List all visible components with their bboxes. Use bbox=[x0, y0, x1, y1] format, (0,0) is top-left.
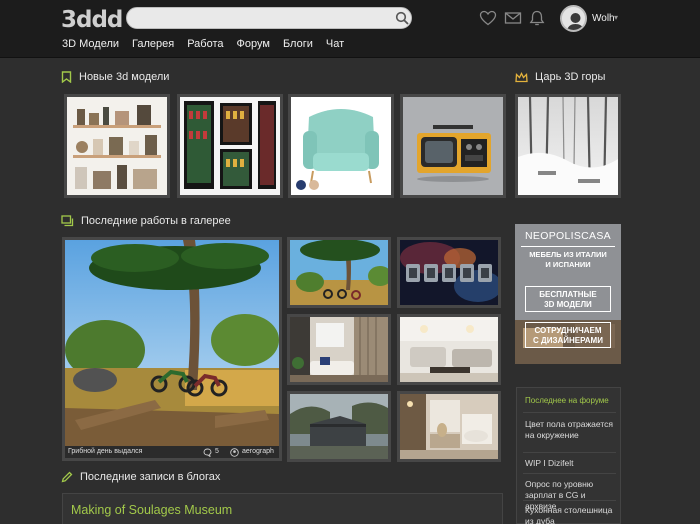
blogs-section-title[interactable]: Последние записи в блогах bbox=[61, 471, 220, 483]
model-tile-fridges[interactable] bbox=[177, 94, 283, 198]
models-title-text: Новые 3d модели bbox=[79, 71, 170, 83]
models-section-title[interactable]: Новые 3d модели bbox=[61, 71, 169, 83]
gallery-title-text: Последние работы в галерее bbox=[81, 215, 231, 227]
site-logo[interactable]: 3ddd bbox=[61, 7, 123, 33]
pencil-icon bbox=[61, 471, 73, 483]
forum-item[interactable]: Цвет пола отражается на окружение bbox=[525, 419, 619, 441]
mail-icon[interactable] bbox=[504, 10, 522, 26]
nav-item-models[interactable]: 3D Модели bbox=[62, 38, 119, 50]
forum-item[interactable]: Кухонная столешница из дуба bbox=[525, 505, 619, 524]
ad-button-1-line-1: БЕСПЛАТНЫЕ bbox=[539, 290, 597, 299]
gallery-main-author[interactable]: aerograph bbox=[242, 448, 274, 455]
search-icon[interactable] bbox=[395, 11, 409, 25]
model-image-armchair bbox=[291, 97, 391, 195]
gallery-image-3 bbox=[290, 317, 388, 382]
heart-icon[interactable] bbox=[479, 10, 497, 26]
gallery-main-comments: 5 bbox=[215, 448, 219, 455]
gallery-tile-6[interactable] bbox=[397, 391, 501, 462]
nav-item-chat[interactable]: Чат bbox=[326, 38, 344, 50]
model-image-fridges bbox=[180, 97, 280, 195]
model-image-shelves bbox=[67, 97, 167, 195]
model-tile-shelves[interactable] bbox=[64, 94, 170, 198]
ad-button-2-line-2: С ДИЗАЙНЕРАМИ bbox=[533, 336, 603, 345]
blog-card[interactable]: Making of Soulages Museum bbox=[62, 493, 503, 524]
model-image-tv bbox=[403, 97, 503, 195]
author-icon bbox=[230, 448, 239, 457]
comment-icon bbox=[203, 448, 212, 457]
forum-divider bbox=[523, 452, 616, 453]
ad-banner[interactable]: NEOPOLISCASA МЕБЕЛЬ ИЗ ИТАЛИИ И ИСПАНИИ … bbox=[515, 224, 621, 364]
gallery-section-title[interactable]: Последние работы в галерее bbox=[61, 215, 231, 227]
gallery-tile-2[interactable] bbox=[397, 237, 501, 308]
gallery-image-1 bbox=[290, 240, 388, 305]
forum-panel: Последнее на форуме Цвет пола отражается… bbox=[516, 387, 621, 524]
username[interactable]: Wolh bbox=[592, 13, 615, 24]
gallery-tile-5[interactable] bbox=[287, 391, 391, 462]
gallery-image-2 bbox=[400, 240, 498, 305]
forum-item[interactable]: WIP I Dizifelt bbox=[525, 458, 619, 469]
gallery-main-image bbox=[65, 240, 279, 446]
king-tile-image[interactable] bbox=[515, 94, 621, 198]
nav-item-blogs[interactable]: Блоги bbox=[283, 38, 313, 50]
nav-item-work[interactable]: Работа bbox=[187, 38, 223, 50]
bookmark-icon bbox=[61, 71, 72, 83]
blogs-title-text: Последние записи в блогах bbox=[80, 471, 221, 483]
gallery-icon bbox=[61, 215, 74, 227]
bell-icon[interactable] bbox=[528, 10, 546, 26]
chevron-down-icon[interactable]: ▾ bbox=[614, 13, 618, 22]
model-tile-armchair[interactable] bbox=[288, 94, 394, 198]
crown-icon bbox=[515, 71, 528, 82]
forum-title[interactable]: Последнее на форуме bbox=[525, 396, 609, 405]
gallery-tile-3[interactable] bbox=[287, 314, 391, 385]
forum-divider bbox=[523, 500, 616, 501]
king-image-forest bbox=[518, 97, 618, 195]
gallery-tile-1[interactable] bbox=[287, 237, 391, 308]
gallery-image-6 bbox=[400, 394, 498, 459]
ad-button-1-line-2: 3D МОДЕЛИ bbox=[544, 300, 592, 309]
model-tile-tv[interactable] bbox=[400, 94, 506, 198]
gallery-main-caption[interactable]: Грибной день выдался bbox=[68, 448, 142, 455]
blog-post-title[interactable]: Making of Soulages Museum bbox=[71, 503, 232, 517]
gallery-tile-4[interactable] bbox=[397, 314, 501, 385]
ad-line-2: И ИСПАНИИ bbox=[545, 260, 591, 269]
forum-divider bbox=[523, 473, 616, 474]
avatar[interactable] bbox=[560, 5, 587, 32]
gallery-image-5 bbox=[290, 394, 388, 459]
top-header: 3ddd 3D Модели Галерея Работа Форум Блог… bbox=[0, 0, 700, 58]
king-section-title[interactable]: Царь 3D горы bbox=[515, 71, 605, 83]
forum-divider bbox=[523, 412, 616, 413]
nav-item-gallery[interactable]: Галерея bbox=[132, 38, 174, 50]
ad-button-2-line-1: СОТРУДНИЧАЕМ bbox=[534, 326, 602, 335]
gallery-image-4 bbox=[400, 317, 498, 382]
gallery-main-tile[interactable] bbox=[62, 237, 282, 461]
nav-item-forum[interactable]: Форум bbox=[237, 38, 270, 50]
main-nav: 3D Модели Галерея Работа Форум Блоги Чат bbox=[62, 38, 344, 50]
king-title-text: Царь 3D горы bbox=[535, 71, 606, 83]
ad-line-1: МЕБЕЛЬ ИЗ ИТАЛИИ bbox=[529, 250, 607, 259]
ad-divider bbox=[521, 246, 615, 247]
search-input[interactable] bbox=[126, 7, 412, 29]
ad-brand: NEOPOLISCASA bbox=[525, 230, 611, 242]
